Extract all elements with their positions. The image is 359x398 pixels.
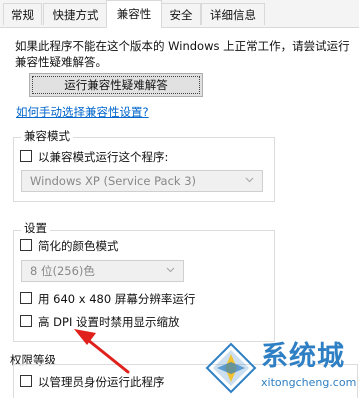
site-logo-icon	[205, 342, 257, 394]
tab-compatibility[interactable]: 兼容性	[106, 0, 162, 28]
watermark-url: xitongcheng.com	[261, 376, 357, 389]
watermark-brand: 系统城	[261, 341, 345, 372]
red-arrow-annotation	[74, 329, 130, 374]
site-watermark: 系统城 xitongcheng.com	[205, 340, 359, 398]
